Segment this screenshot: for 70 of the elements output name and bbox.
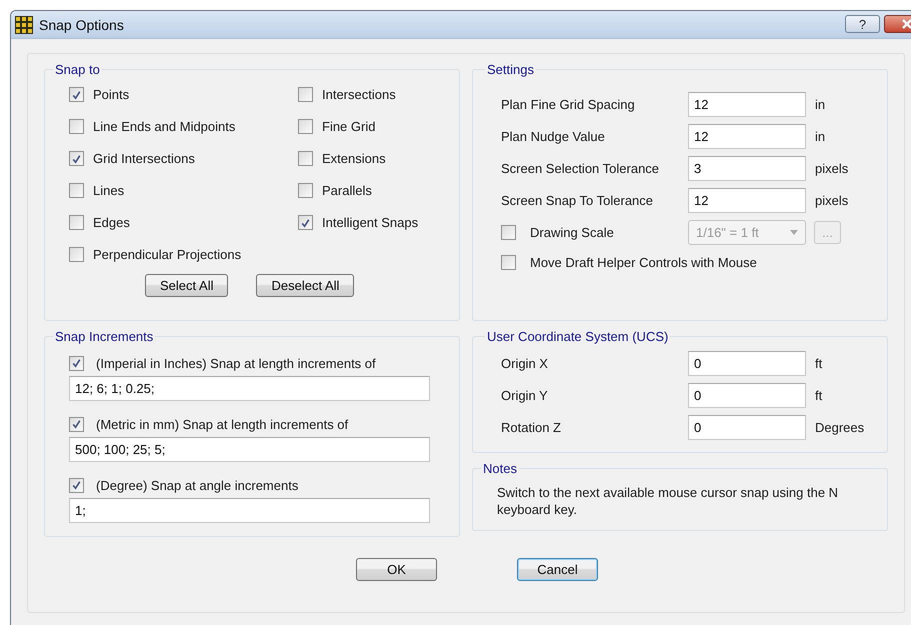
field-label: Plan Nudge Value [501,128,606,144]
checkbox[interactable] [69,478,84,492]
checkbox-label: Perpendicular Projections [93,247,242,262]
checkbox-label: Move Draft Helper Controls with Mouse [530,255,757,270]
checkbox-label: Intelligent Snaps [322,215,418,230]
checkbox-label: (Imperial in Inches) Snap at length increments of [96,356,376,370]
checkbox[interactable] [69,215,84,230]
notes-text: Switch to the next available mouse cursor snap using the N keyboard key. [497,484,840,518]
input-field[interactable]: 0 [688,414,806,440]
unit-label: in [815,128,826,144]
unit-label: in [815,96,826,112]
input-field[interactable]: 12 [688,188,806,212]
checkbox[interactable] [298,183,313,198]
group-title: Notes [482,461,518,476]
close-icon [901,19,911,29]
dialog-button[interactable]: Cancel [517,558,598,581]
checkbox-label: Fine Grid [322,119,376,134]
group-title: Snap Increments [54,329,154,344]
field-label: Origin Y [501,388,549,402]
checkbox-label: Extensions [322,151,386,166]
unit-label: Degrees [815,420,864,434]
checkbox-label: Intersections [322,87,396,102]
checkbox-label: Points [93,87,130,102]
input-field[interactable]: 12 [688,92,806,116]
field-label: Screen Selection Tolerance [501,160,660,176]
checkbox[interactable] [69,87,84,102]
grid-icon [15,16,33,34]
checkbox-label: Drawing Scale [530,224,614,240]
group-title: User Coordinate System (UCS) [486,329,670,344]
checkbox[interactable] [298,215,313,230]
unit-label: pixels [815,192,848,208]
input-field[interactable]: 0 [688,382,806,408]
unit-label: ft [815,356,822,370]
checkbox[interactable] [298,151,313,166]
help-button[interactable]: ? [845,15,880,33]
checkbox[interactable] [69,416,84,432]
increments-field[interactable]: 12; 6; 1; 0.25; [69,376,430,401]
checkbox[interactable] [69,247,84,262]
checkbox-label: Lines [93,183,124,198]
group-title: Snap to [54,62,101,77]
window-title: Snap Options [39,16,124,32]
select-button[interactable]: Select All [145,274,228,297]
input-field[interactable]: 12 [688,124,806,148]
field-label: Screen Snap To Tolerance [501,192,654,208]
checkbox-label: Parallels [322,183,372,198]
increments-field[interactable]: 500; 100; 25; 5; [69,437,430,462]
checkbox-label: (Degree) Snap at angle increments [96,478,298,492]
input-field[interactable]: 0 [688,350,806,376]
checkbox[interactable] [69,119,84,134]
unit-label: pixels [815,160,848,176]
checkbox[interactable] [69,183,84,198]
checkbox[interactable] [69,356,84,370]
group-title: Settings [486,62,535,77]
checkbox[interactable] [501,255,516,270]
select-button[interactable]: Deselect All [256,274,354,297]
dropdown-arrow-icon [790,230,798,234]
unit-label: ft [815,388,822,402]
field-label: Plan Fine Grid Spacing [501,96,636,112]
increments-field[interactable]: 1; [69,498,430,523]
checkbox-label: Grid Intersections [93,151,195,166]
field-label: Rotation Z [501,420,562,434]
field-label: Origin X [501,356,549,370]
dialog-button[interactable]: OK [356,558,437,581]
checkbox-label: Line Ends and Midpoints [93,119,236,134]
checkbox[interactable] [298,119,313,134]
checkbox-label: Edges [93,215,130,230]
checkbox[interactable] [69,151,84,166]
checkbox-label: (Metric in mm) Snap at length increments of [96,416,348,432]
input-field[interactable]: 3 [688,156,806,180]
checkbox[interactable] [298,87,313,102]
